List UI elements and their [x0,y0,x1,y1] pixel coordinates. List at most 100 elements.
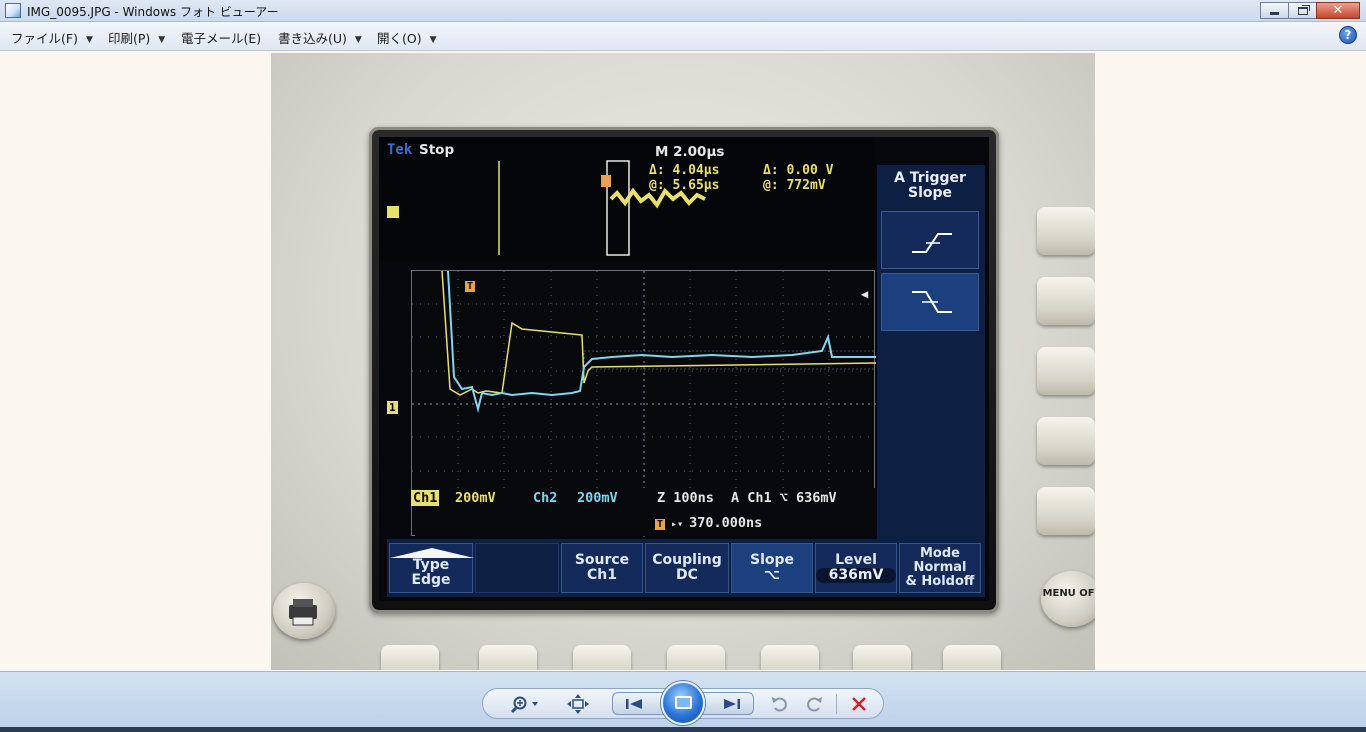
window-title: IMG_0095.JPG - Windows フォト ビューアー [27,5,279,19]
restore-icon [1297,6,1308,15]
restore-button[interactable] [1288,2,1316,19]
slope-falling-option[interactable] [881,273,979,331]
printer-icon [289,599,317,626]
scope-bottom-button-5 [761,645,819,670]
delete-icon [852,697,866,711]
trigger-marker-top [601,175,611,187]
slideshow-button[interactable] [661,681,705,725]
scope-side-button-3 [1037,347,1095,395]
chevron-down-icon: ▼ [85,35,93,45]
viewer-toolbar [0,671,1366,732]
minimize-button[interactable] [1260,2,1288,19]
menu-bar: ファイル(F) ▼ 印刷(P) ▼ 電子メール(E) 書き込み(U) ▼ 開く(O) ▼… [0,22,1366,51]
scope-bottom-button-2 [479,645,537,670]
falling-edge-icon [912,291,952,313]
chevron-down-icon: ▼ [354,35,362,45]
trigger-type-button[interactable]: Type Edge [389,543,474,593]
help-button[interactable]: ? [1339,26,1357,44]
rotate-right-button[interactable] [802,694,826,714]
scope-bottom-button-4 [667,645,725,670]
zoom-scale: Z 100ns [657,490,714,506]
slideshow-icon [675,696,692,709]
scope-bottom-button-3 [573,645,631,670]
coupling-value: DC [676,567,698,583]
menu-print-label: 印刷(P) [108,31,151,46]
trigger-coupling-button[interactable]: Coupling DC [645,543,729,593]
menu-open[interactable]: 開く(O) ▼ [377,28,437,47]
menu-email-label: 電子メール(E) [181,31,262,46]
trigger-level-button[interactable]: Level 636mV [815,543,897,593]
menu-print[interactable]: 印刷(P) ▼ [108,28,165,47]
slope-label: Slope [749,552,795,568]
overview-trace [609,187,706,209]
rotate-left-button[interactable] [768,694,792,714]
scope-bottom-button-7 [943,645,1001,670]
ch2-waveform [447,270,878,413]
next-button[interactable] [718,694,744,714]
type-label: Type [412,557,450,573]
ch1-marker-top [387,206,399,218]
rotate-ccw-icon [772,697,787,712]
menu-file-label: ファイル(F) [11,31,78,46]
trigger-position-marker: T [465,281,476,292]
scope-side-button-1 [1037,207,1095,255]
trigger-mode-button[interactable]: Mode Normal & Holdoff [899,543,981,593]
previous-icon [626,699,642,709]
trigger-source-button[interactable]: Source Ch1 [561,543,643,593]
ch2-scale: 200mV [577,490,618,506]
trigger-level-arrow: ◀ [861,287,869,301]
mode-value: Normal [913,560,967,575]
menu-file[interactable]: ファイル(F) ▼ [11,28,93,47]
photo-viewer-app-icon [5,3,21,18]
ch1-scale: 200mV [455,490,496,506]
close-button[interactable]: ✕ [1316,2,1360,19]
side-menu-title: A Trigger Slope [881,165,979,209]
rising-edge-icon [912,233,952,253]
source-label: Source [574,552,630,568]
taskbar-edge [0,727,1366,732]
menu-burn[interactable]: 書き込み(U) ▼ [278,28,362,47]
previous-button[interactable] [622,694,648,714]
slope-rising-option[interactable] [881,211,979,269]
menu-off-button: MENU OFF [1041,571,1095,627]
trigger-slope-button[interactable]: Slope ⌥ [731,543,813,593]
scope-screen: Tek Stop M 2.00µs Δ: 4.04µs @: 5.65µs Δ:… [379,137,989,601]
scope-side-button-2 [1037,277,1095,325]
scope-bottom-button-1 [381,645,439,670]
photo-canvas[interactable]: Tek Stop M 2.00µs Δ: 4.04µs @: 5.65µs Δ:… [271,53,1095,670]
trigger-icon: T [655,519,666,530]
type-value: Edge [411,572,451,588]
scope-header: Tek Stop M 2.00µs Δ: 4.04µs @: 5.65µs Δ:… [379,137,875,261]
chevron-down-icon: ▼ [429,35,437,45]
trigger-readout: A Ch1 ⌥ 636mV [731,490,837,506]
actual-size-icon [567,694,589,714]
zoom-button[interactable] [508,694,542,714]
actual-size-button[interactable] [566,694,590,714]
coupling-label: Coupling [652,552,722,568]
trigger-position-readout: T ▸▾ 370.000ns [655,515,763,531]
trigger-position-value: 370.000ns [689,515,763,531]
minimize-icon [1270,12,1279,15]
scope-readout: Ch1 200mV Ch2 200mV Z 100ns A Ch1 ⌥ 636m… [411,488,875,536]
help-icon: ? [1344,28,1352,42]
slope-value: ⌥ [763,567,781,583]
blank-menu-button[interactable] [475,543,559,593]
menu-email[interactable]: 電子メール(E) [181,28,261,47]
menu-burn-label: 書き込み(U) [278,31,347,46]
delete-button[interactable] [848,694,870,714]
scope-side-button-4 [1037,417,1095,465]
scope-bottom-menu: Type Edge Source Ch1 Coupling DC Slope ⌥ Lev… [387,539,985,597]
toolbar-separator [836,694,837,714]
ch1-waveform [441,270,879,396]
ch1-ground-marker: 1 [387,401,398,414]
title-bar: IMG_0095.JPG - Windows フォト ビューアー ✕ [0,0,1366,22]
scope-side-menu: A Trigger Slope [877,165,985,541]
menu-open-label: 開く(O) [377,31,422,46]
level-value: 636mV [816,568,896,583]
holdoff-value: & Holdoff [905,574,975,589]
close-icon: ✕ [1332,3,1344,18]
mode-label: Mode [920,546,960,561]
source-value: Ch1 [587,567,617,583]
ch2-label: Ch2 [533,490,558,506]
scope-side-button-5 [1037,487,1095,535]
